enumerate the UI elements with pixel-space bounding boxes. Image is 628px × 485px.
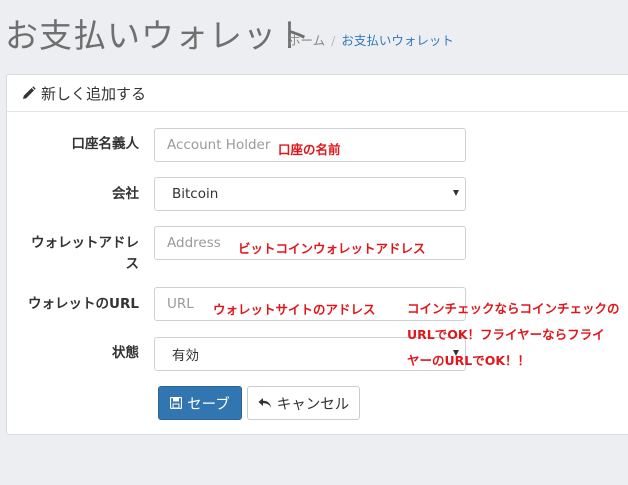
breadcrumb-home-link[interactable]: ホーム [288,33,325,48]
status-select-value: 有効 [172,348,199,364]
pencil-icon [22,86,36,100]
caret-down-icon [453,190,459,196]
save-button-label: セーブ [187,396,230,413]
save-button[interactable]: セーブ [158,386,242,420]
url-example-note-line2: URLでOK！フライヤーならフライ [407,327,605,342]
wallet-url-label: ウォレットのURL [28,296,139,312]
cancel-button-label: キャンセル [276,396,350,413]
panel-heading-text: 新しく追加する [41,84,147,103]
company-select-value: Bitcoin [172,186,219,202]
account-holder-placeholder: Account Holder [167,137,271,153]
url-example-note-line3: ヤーのURLでOK！！ [407,353,531,368]
breadcrumb: ホーム / お支払いウォレット [288,30,454,49]
wallet-address-note: ビットコインウォレットアドレス [238,241,426,256]
wallet-address-label-line2: ス [125,256,140,272]
breadcrumb-separator: / [331,33,336,48]
undo-arrow-icon [258,398,271,408]
wallet-url-placeholder: URL [167,296,194,312]
wallet-url-note: ウォレットサイトのアドレス [213,302,376,317]
company-select[interactable]: Bitcoin [154,177,466,211]
cancel-button[interactable]: キャンセル [247,386,360,420]
url-example-note-line1: コインチェックならコインチェックの [407,301,620,316]
company-label: 会社 [112,186,139,202]
account-holder-note: 口座の名前 [278,142,341,157]
page-title: お支払いウォレット [5,16,311,55]
floppy-disk-icon [170,397,183,409]
breadcrumb-current[interactable]: お支払いウォレット [341,33,454,48]
wallet-address-placeholder: Address [167,235,221,251]
wallet-address-label: ウォレットアドレ ス [19,233,139,275]
status-label: 状態 [112,345,139,361]
wallet-address-label-line1: ウォレットアドレ [31,235,139,251]
account-holder-label: 口座名義人 [71,136,140,152]
panel-heading: 新しく追加する [7,75,628,112]
